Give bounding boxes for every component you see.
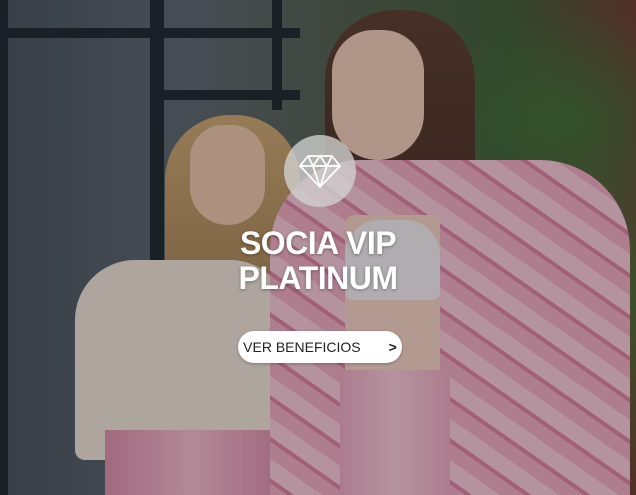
ver-beneficios-button[interactable]: VER BENEFICIOS >	[238, 331, 402, 363]
cta-label: VER BENEFICIOS	[243, 339, 361, 355]
chevron-right-icon: >	[388, 339, 397, 355]
diamond-icon	[299, 155, 341, 188]
title-line-1: SOCIA VIP	[239, 225, 397, 261]
diamond-badge	[284, 135, 356, 207]
vip-title: SOCIA VIP PLATINUM	[0, 226, 636, 296]
title-line-2: PLATINUM	[238, 260, 398, 296]
vip-banner: SOCIA VIP PLATINUM VER BENEFICIOS >	[0, 0, 636, 495]
